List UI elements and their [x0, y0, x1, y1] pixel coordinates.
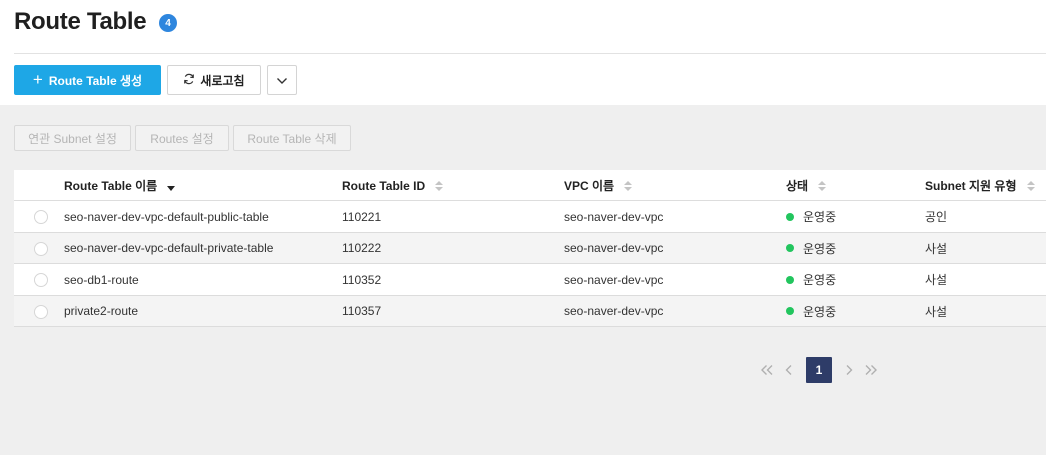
sort-icon — [818, 180, 827, 191]
table-row[interactable]: private2-route 110357 seo-naver-dev-vpc … — [14, 295, 1046, 327]
column-header-subnet-type[interactable]: Subnet 지원 유형 — [925, 170, 1035, 201]
chevron-down-icon — [276, 73, 288, 88]
route-table-id: 110222 — [342, 241, 382, 255]
double-chevron-left-icon[interactable] — [756, 357, 778, 383]
vpc-name: seo-naver-dev-vpc — [564, 304, 664, 318]
page-title: Route Table — [14, 8, 147, 35]
row-select-radio[interactable] — [34, 241, 48, 256]
double-chevron-right-icon[interactable] — [860, 357, 882, 383]
status-dot-icon — [786, 244, 794, 252]
refresh-button[interactable]: 새로고침 — [167, 65, 261, 95]
page-button-current[interactable]: 1 — [806, 357, 832, 383]
page-header: Route Table 4 + Route Table 생성 새로고침 — [0, 0, 1046, 105]
route-table-name: seo-db1-route — [64, 272, 139, 287]
column-header-status[interactable]: 상태 — [786, 170, 827, 201]
refresh-icon — [183, 73, 195, 88]
pagination: 1 — [756, 357, 882, 383]
routes-settings-button[interactable]: Routes 설정 — [135, 125, 229, 151]
table-header: Route Table 이름 Route Table ID VPC 이름 상태 … — [14, 170, 1046, 201]
chevron-right-icon[interactable] — [838, 357, 860, 383]
delete-route-table-button[interactable]: Route Table 삭제 — [233, 125, 351, 151]
status-dot-icon — [786, 275, 794, 284]
sort-icon — [435, 180, 444, 191]
route-table-id: 110221 — [342, 209, 382, 224]
sort-icon — [624, 180, 633, 191]
route-table-name: private2-route — [64, 304, 139, 318]
chevron-left-icon[interactable] — [778, 357, 800, 383]
create-button-label: Route Table 생성 — [48, 73, 143, 88]
vpc-name: seo-naver-dev-vpc — [564, 209, 664, 224]
row-select-radio[interactable] — [34, 210, 48, 224]
route-table-id: 110352 — [342, 272, 382, 287]
route-table-id: 110357 — [342, 304, 382, 318]
associate-subnet-button[interactable]: 연관 Subnet 설정 — [14, 125, 131, 151]
header-divider — [14, 53, 1046, 54]
route-table-name: seo-naver-dev-vpc-default-private-table — [64, 241, 274, 255]
subnet-type: 공인 — [925, 210, 948, 224]
column-header-id[interactable]: Route Table ID — [342, 170, 444, 201]
status-cell: 운영중 — [786, 201, 836, 232]
status-cell: 운영중 — [786, 233, 836, 264]
sort-descending-icon — [167, 180, 176, 191]
column-header-vpc[interactable]: VPC 이름 — [564, 170, 633, 201]
table-row[interactable]: seo-db1-route 110352 seo-naver-dev-vpc 운… — [14, 264, 1046, 296]
status-dot-icon — [786, 307, 794, 315]
status-cell: 운영중 — [786, 296, 836, 327]
vpc-name: seo-naver-dev-vpc — [564, 272, 664, 287]
content-area: 연관 Subnet 설정 Routes 설정 Route Table 삭제 Ro… — [0, 105, 1046, 455]
sort-icon — [1026, 180, 1035, 191]
table-row[interactable]: seo-naver-dev-vpc-default-private-table … — [14, 232, 1046, 264]
more-options-dropdown[interactable] — [267, 65, 297, 95]
subnet-type: 사설 — [925, 273, 948, 287]
table-row[interactable]: seo-naver-dev-vpc-default-public-table 1… — [14, 201, 1046, 233]
status-cell: 운영중 — [786, 264, 836, 295]
plus-icon: + — [32, 69, 43, 89]
column-header-name[interactable]: Route Table 이름 — [64, 170, 176, 201]
count-badge: 4 — [159, 14, 177, 32]
vpc-name: seo-naver-dev-vpc — [564, 241, 664, 255]
refresh-button-label: 새로고침 — [200, 73, 245, 88]
subnet-type: 사설 — [925, 304, 948, 319]
row-select-radio[interactable] — [34, 273, 48, 287]
route-table-name: seo-naver-dev-vpc-default-public-table — [64, 209, 269, 224]
status-dot-icon — [786, 212, 794, 221]
route-table-list: Route Table 이름 Route Table ID VPC 이름 상태 … — [14, 170, 1046, 327]
subnet-type: 사설 — [925, 241, 948, 256]
row-select-radio[interactable] — [34, 304, 48, 319]
create-route-table-button[interactable]: + Route Table 생성 — [14, 65, 161, 95]
